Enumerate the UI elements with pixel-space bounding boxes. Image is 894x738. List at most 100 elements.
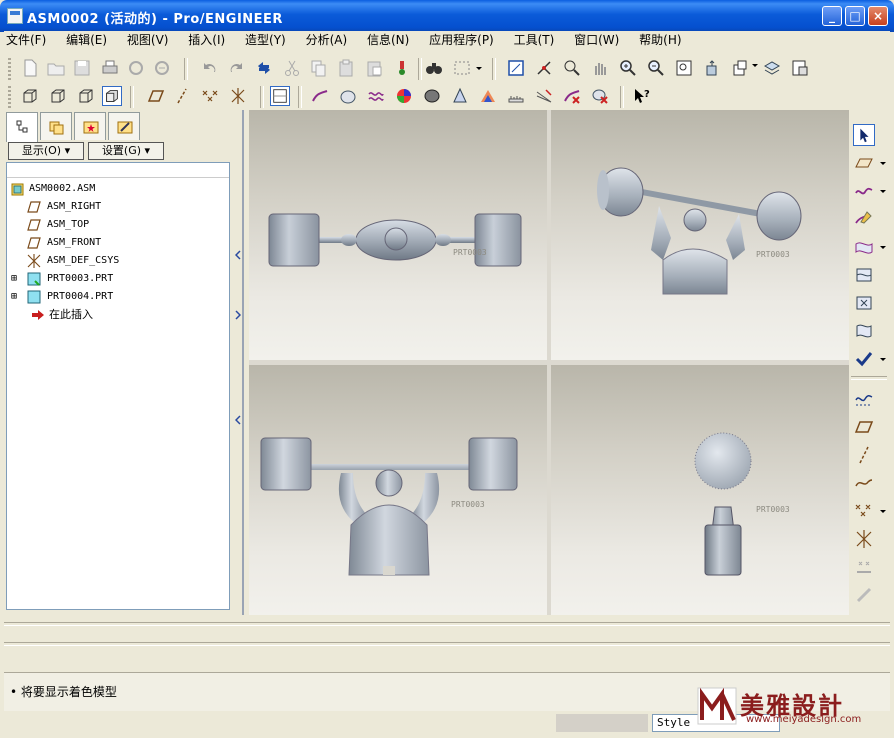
- orient-mode-icon[interactable]: [562, 58, 582, 78]
- repaint-icon[interactable]: [506, 58, 526, 78]
- splitter-bar[interactable]: [242, 110, 244, 615]
- datum-csys-icon[interactable]: [853, 528, 875, 550]
- paste-icon[interactable]: [336, 58, 356, 78]
- datum-analysis-icon[interactable]: [853, 556, 875, 578]
- datum-curve-icon[interactable]: [853, 472, 875, 494]
- menu-insert[interactable]: 插入(I): [188, 31, 225, 49]
- settings-dropdown-button[interactable]: 设置(G) ▾: [88, 142, 164, 160]
- view-right[interactable]: PRT0003: [551, 365, 849, 615]
- expand-icon[interactable]: ⊞: [11, 270, 17, 288]
- save-icon[interactable]: [72, 58, 92, 78]
- expand-icon[interactable]: ⊞: [11, 288, 17, 306]
- shading-icon[interactable]: [102, 86, 122, 106]
- send-link-icon[interactable]: [152, 58, 172, 78]
- chevron-down-icon[interactable]: [474, 58, 484, 78]
- cut-icon[interactable]: [282, 58, 302, 78]
- delete-analysis-icon[interactable]: [562, 86, 582, 106]
- menu-analysis[interactable]: 分析(A): [306, 31, 348, 49]
- menu-view[interactable]: 视图(V): [127, 31, 169, 49]
- menu-tools[interactable]: 工具(T): [514, 31, 555, 49]
- revolve-tool-icon[interactable]: [338, 86, 358, 106]
- zoom-in-icon[interactable]: [618, 58, 638, 78]
- close-button[interactable]: ×: [868, 6, 888, 26]
- menu-styling[interactable]: 造型(Y): [245, 31, 286, 49]
- datum-plane-toggle-icon[interactable]: [146, 86, 166, 106]
- chevron-down-icon[interactable]: [879, 507, 887, 515]
- deviation-icon[interactable]: [534, 86, 554, 106]
- minimize-button[interactable]: _: [822, 6, 842, 26]
- view-isometric[interactable]: PRT0003: [551, 110, 849, 360]
- spin-center-toggle-icon[interactable]: [270, 86, 290, 106]
- refit-icon[interactable]: [674, 58, 694, 78]
- menu-window[interactable]: 窗口(W): [574, 31, 619, 49]
- color-appearance-icon[interactable]: [394, 86, 414, 106]
- copy-icon[interactable]: [308, 58, 328, 78]
- pan-hand-icon[interactable]: [590, 58, 610, 78]
- reorient-icon[interactable]: [702, 58, 722, 78]
- paste-special-icon[interactable]: [364, 58, 384, 78]
- graphics-area[interactable]: PRT0003 PRT0003 PRT0003 PRT0003: [249, 110, 849, 615]
- open-folder-icon[interactable]: [46, 58, 66, 78]
- maximize-button[interactable]: □: [845, 6, 865, 26]
- tab-model-tree[interactable]: [6, 112, 38, 142]
- hide-analysis-icon[interactable]: [590, 86, 610, 106]
- measure-icon[interactable]: [506, 86, 526, 106]
- chevron-down-icon[interactable]: [750, 58, 760, 78]
- surface-trim-icon[interactable]: [853, 292, 875, 314]
- menu-file[interactable]: 文件(F): [6, 31, 46, 49]
- shade-surface-icon[interactable]: [422, 86, 442, 106]
- collapse-left-icon[interactable]: [235, 250, 241, 260]
- layers-icon[interactable]: [762, 58, 782, 78]
- datum-axis-icon[interactable]: [853, 444, 875, 466]
- select-box-icon[interactable]: [452, 58, 472, 78]
- show-dropdown-button[interactable]: 显示(O) ▾: [8, 142, 84, 160]
- curve-tool-icon[interactable]: [366, 86, 386, 106]
- view-top[interactable]: PRT0003: [249, 110, 547, 360]
- regenerate-icon[interactable]: [254, 58, 274, 78]
- undo-icon[interactable]: [200, 58, 220, 78]
- curvature-icon[interactable]: [478, 86, 498, 106]
- edit-definition-icon[interactable]: [392, 58, 412, 78]
- saved-views-icon[interactable]: [730, 58, 750, 78]
- print-icon[interactable]: [100, 58, 120, 78]
- select-arrow-icon[interactable]: [853, 124, 875, 146]
- curve-create-icon[interactable]: [853, 180, 875, 202]
- new-file-icon[interactable]: [20, 58, 40, 78]
- surface-edit-icon[interactable]: [853, 320, 875, 342]
- expand-right-icon[interactable]: [235, 310, 241, 320]
- spin-center-icon[interactable]: [534, 58, 554, 78]
- view-front[interactable]: PRT0003: [249, 365, 547, 615]
- curve-edit-icon[interactable]: [853, 208, 875, 230]
- hidden-line-icon[interactable]: [48, 86, 68, 106]
- no-hidden-icon[interactable]: [76, 86, 96, 106]
- chevron-down-icon[interactable]: [879, 187, 887, 195]
- datum-point-icon[interactable]: [853, 500, 875, 522]
- tab-favorites[interactable]: [74, 112, 106, 140]
- tab-folder-browser[interactable]: [40, 112, 72, 140]
- sketch-tool-icon[interactable]: [310, 86, 330, 106]
- redo-icon[interactable]: [226, 58, 246, 78]
- menu-applications[interactable]: 应用程序(P): [429, 31, 494, 49]
- styling-surface-icon[interactable]: [853, 152, 875, 174]
- model-analysis-icon[interactable]: [450, 86, 470, 106]
- find-binoculars-icon[interactable]: [424, 58, 444, 78]
- datum-curve-analysis-icon[interactable]: [853, 388, 875, 410]
- chevron-down-icon[interactable]: [879, 159, 887, 167]
- menu-help[interactable]: 帮助(H): [639, 31, 681, 49]
- menu-edit[interactable]: 编辑(E): [66, 31, 107, 49]
- view-manager-icon[interactable]: [790, 58, 810, 78]
- wireframe-icon[interactable]: [20, 86, 40, 106]
- csys-toggle-icon[interactable]: [228, 86, 248, 106]
- datum-point-toggle-icon[interactable]: [200, 86, 220, 106]
- panel-splitter[interactable]: [233, 110, 247, 615]
- surface-connect-icon[interactable]: [853, 264, 875, 286]
- boundary-surface-icon[interactable]: [853, 236, 875, 258]
- tab-connections[interactable]: [108, 112, 140, 140]
- menu-info[interactable]: 信息(N): [367, 31, 409, 49]
- zoom-out-icon[interactable]: [646, 58, 666, 78]
- datum-axis-toggle-icon[interactable]: [172, 86, 192, 106]
- send-mail-icon[interactable]: [126, 58, 146, 78]
- chevron-down-icon[interactable]: [879, 355, 887, 363]
- checkmark-icon[interactable]: [853, 348, 875, 370]
- datum-plane-icon[interactable]: [853, 416, 875, 438]
